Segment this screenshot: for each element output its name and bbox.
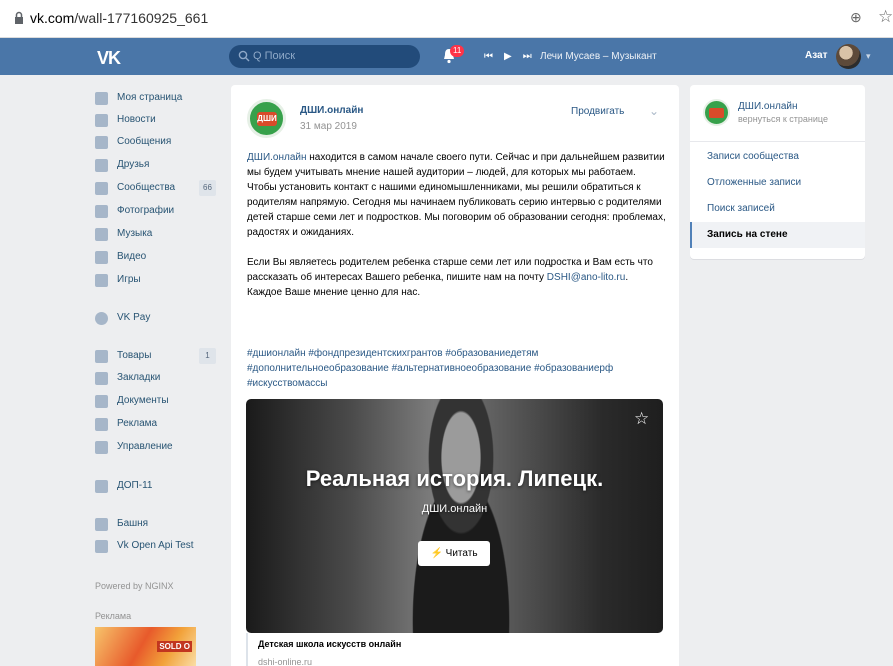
communities-count: 66 <box>199 180 216 196</box>
browser-address-bar[interactable]: vk.com/wall-177160925_661 ⊕ ☆ <box>0 0 893 38</box>
address-url[interactable]: vk.com/wall-177160925_661 <box>30 10 208 26</box>
user-name[interactable]: Азат <box>805 50 828 61</box>
audio-player: ⏮ ▶ ⏭ <box>484 51 543 62</box>
goods-icon <box>95 350 108 363</box>
photo-icon <box>95 205 108 218</box>
star-icon[interactable]: ☆ <box>634 409 649 429</box>
documents-icon <box>95 395 108 408</box>
promote-button[interactable]: Продвигать <box>571 106 624 117</box>
post-text: ДШИ.онлайн находится в самом начале свое… <box>247 152 666 298</box>
sidebar-item-ads[interactable]: Реклама <box>95 415 220 435</box>
previous-track-icon[interactable]: ⏮ <box>484 51 493 62</box>
article-title: Реальная история. Липецк. <box>305 466 604 491</box>
video-icon <box>95 251 108 264</box>
article-subtitle: ДШИ.онлайн <box>421 503 488 515</box>
bookmarks-icon <box>95 372 108 385</box>
read-button[interactable]: ⚡ Читать <box>418 541 490 566</box>
news-icon <box>95 114 108 127</box>
url-host: vk.com <box>30 10 75 26</box>
search-icon <box>238 50 250 62</box>
goods-count: 1 <box>199 348 216 364</box>
vk-logo[interactable]: VK <box>97 48 121 69</box>
sidebar-item-vk-open-api-test[interactable]: Vk Open Api Test <box>95 537 220 557</box>
messages-icon <box>95 136 108 149</box>
vkpay-icon <box>95 312 108 325</box>
wall-post: ДШИ ДШИ.онлайн 31 мар 2019 Продвигать ⌄ … <box>231 85 679 666</box>
ads-icon <box>95 418 108 431</box>
home-icon <box>95 92 108 105</box>
link-domain: dshi-online.ru <box>258 657 313 666</box>
sidebar-item-manage[interactable]: Управление <box>95 438 220 458</box>
sidebar-item-dop11[interactable]: ДОП-11 <box>95 477 220 497</box>
sidebar-item-my-page[interactable]: Моя страница <box>95 89 220 109</box>
search-input[interactable]: Q Поиск <box>229 45 420 68</box>
back-to-page-link[interactable]: вернуться к странице <box>738 114 828 124</box>
sidebar-item-bookmarks[interactable]: Закладки <box>95 369 220 389</box>
sidebar-item-bashnya[interactable]: Башня <box>95 515 220 535</box>
link-title: Детская школа искусств онлайн <box>258 639 402 649</box>
email-link[interactable]: DSHI@ano-lito.ru <box>547 272 626 283</box>
music-icon <box>95 228 108 241</box>
sidebar-item-video[interactable]: Видео <box>95 248 220 268</box>
play-icon[interactable]: ▶ <box>504 51 512 62</box>
article-photo <box>386 399 536 633</box>
avatar[interactable] <box>836 44 861 69</box>
tab-scheduled-posts[interactable]: Отложенные записи <box>690 170 865 196</box>
games-icon <box>95 274 108 287</box>
post-text-link[interactable]: ДШИ.онлайн <box>247 152 307 163</box>
app-icon <box>95 518 108 531</box>
hashtags[interactable]: #дшионлайн #фондпрезидентскихгрантов #об… <box>247 346 667 391</box>
sidebar-item-messages[interactable]: Сообщения <box>95 133 220 153</box>
sidebar-item-friends[interactable]: Друзья <box>95 156 220 176</box>
lock-icon <box>15 11 23 24</box>
sidebar-item-music[interactable]: Музыка <box>95 225 220 245</box>
sidebar-item-communities[interactable]: Сообщества 66 <box>95 179 220 199</box>
track-title[interactable]: Лечи Мусаев – Музыкант <box>540 51 657 62</box>
ads-label: Реклама <box>95 611 132 621</box>
app-icon <box>95 540 108 553</box>
chevron-down-icon[interactable]: ▾ <box>866 51 871 62</box>
logo-text: ДШИ <box>257 112 277 126</box>
sidebar-item-goods[interactable]: Товары 1 <box>95 347 220 367</box>
group-icon <box>95 480 108 493</box>
post-date[interactable]: 31 мар 2019 <box>300 121 357 132</box>
sidebar-item-vkpay[interactable]: VK Pay <box>95 309 220 329</box>
tab-community-posts[interactable]: Записи сообщества <box>690 144 865 170</box>
powered-by: Powered by NGINX <box>95 581 174 591</box>
friends-icon <box>95 159 108 172</box>
chevron-down-icon[interactable]: ⌄ <box>649 104 659 118</box>
notifications-badge: 11 <box>450 45 465 57</box>
wall-filter-panel: ДШИ.онлайн вернуться к странице Записи с… <box>690 85 865 259</box>
ad-banner[interactable]: SOLD O <box>95 627 196 666</box>
tab-search-posts[interactable]: Поиск записей <box>690 196 865 222</box>
star-icon[interactable]: ☆ <box>878 7 893 27</box>
manage-icon <box>95 441 108 454</box>
community-logo[interactable]: ДШИ <box>247 99 286 138</box>
sidebar-item-documents[interactable]: Документы <box>95 392 220 412</box>
link-preview[interactable]: Детская школа искусств онлайн dshi-onlin… <box>246 633 663 666</box>
article-card[interactable]: ☆ Реальная история. Липецк. ДШИ.онлайн ⚡… <box>246 399 663 633</box>
sidebar-item-photos[interactable]: Фотографии <box>95 202 220 222</box>
post-author[interactable]: ДШИ.онлайн <box>300 105 363 116</box>
zoom-icon[interactable]: ⊕ <box>850 9 868 27</box>
next-track-icon[interactable]: ⏭ <box>523 51 532 62</box>
community-name[interactable]: ДШИ.онлайн <box>738 101 798 112</box>
sidebar-item-news[interactable]: Новости <box>95 111 220 131</box>
vk-header: VK Q Поиск 11 ⏮ ▶ ⏭ Лечи Мусаев – Музыкант… <box>0 38 893 75</box>
url-path: /wall-177160925_661 <box>74 10 209 26</box>
ad-text: SOLD O <box>157 641 192 652</box>
sidebar-item-games[interactable]: Игры <box>95 271 220 291</box>
search-placeholder: Q Поиск <box>253 50 296 62</box>
community-logo-small[interactable] <box>703 99 730 126</box>
communities-icon <box>95 182 108 195</box>
tab-wall-post[interactable]: Запись на стене <box>690 222 865 248</box>
